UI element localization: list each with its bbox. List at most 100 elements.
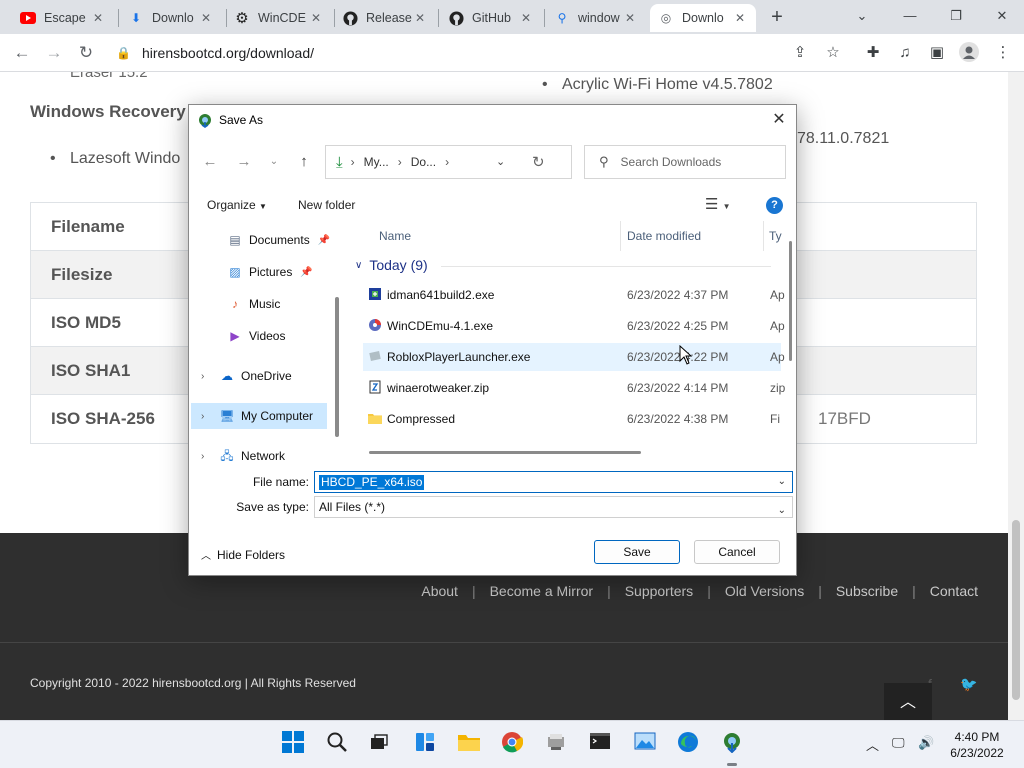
chrome-icon[interactable]	[498, 731, 526, 759]
footer-link-mirror[interactable]: Become a Mirror	[490, 583, 593, 599]
search-downloads-input[interactable]: ⚲ Search Downloads	[584, 145, 786, 179]
download-manager-icon[interactable]	[718, 731, 746, 766]
tab-escape[interactable]: Escape ✕	[12, 4, 114, 32]
dialog-title-bar[interactable]: Save As	[189, 105, 796, 135]
recent-locations-chevron-icon[interactable]: ⌄	[263, 151, 285, 173]
view-options-icon[interactable]: ☰ ▼	[705, 195, 731, 213]
save-as-type-select[interactable]: All Files (*.*) ⌄	[314, 496, 793, 518]
file-row[interactable]: Compressed 6/23/2022 4:38 PM Fi	[363, 405, 781, 433]
organize-button[interactable]: Organize ▼	[207, 198, 267, 212]
breadcrumb-my-computer[interactable]: My...	[364, 155, 389, 169]
nav-item-documents[interactable]: ▤ Documents 📌	[227, 227, 330, 253]
file-explorer-icon[interactable]	[455, 731, 483, 759]
file-row[interactable]: WinCDEmu-4.1.exe 6/23/2022 4:25 PM Ap	[363, 312, 785, 340]
nav-scrollbar[interactable]	[335, 297, 339, 437]
file-list-scrollbar[interactable]	[789, 241, 792, 361]
group-header-today[interactable]: ∨ Today (9)	[355, 257, 428, 273]
breadcrumb-downloads[interactable]: Do...	[411, 155, 436, 169]
expand-arrow-icon[interactable]: ›	[201, 451, 204, 462]
help-icon[interactable]: ?	[766, 197, 783, 214]
minimize-button[interactable]: —	[896, 6, 924, 26]
hide-folders-button[interactable]: ︿ Hide Folders	[201, 547, 285, 562]
close-icon[interactable]: ✕	[732, 11, 748, 25]
system-clock[interactable]: 4:40 PM 6/23/2022	[946, 729, 1008, 761]
footer-link-supporters[interactable]: Supporters	[625, 583, 693, 599]
maximize-button[interactable]: ❐	[942, 6, 970, 26]
forward-button[interactable]: →	[42, 41, 66, 65]
menu-kebab-icon[interactable]: ⋮	[992, 42, 1014, 64]
back-arrow-icon[interactable]: ←	[199, 151, 221, 173]
tab-github[interactable]: GitHub ✕	[440, 4, 542, 32]
twitter-icon[interactable]: 🐦	[960, 676, 977, 693]
profile-avatar-icon[interactable]	[958, 42, 980, 64]
close-icon[interactable]: ✕	[308, 11, 324, 25]
address-bar[interactable]: 🔒 hirensbootcd.org/download/	[106, 38, 860, 68]
share-icon[interactable]: ⇪	[789, 42, 811, 64]
widgets-icon[interactable]	[411, 731, 439, 759]
nav-item-pictures[interactable]: ▨ Pictures 📌	[227, 259, 312, 285]
terminal-icon[interactable]	[586, 731, 614, 759]
nav-item-onedrive[interactable]: › ☁ OneDrive	[201, 363, 292, 389]
chevron-down-icon[interactable]: ⌄	[496, 155, 505, 168]
column-header-date[interactable]: Date modified	[627, 229, 701, 243]
close-window-button[interactable]: ✕	[988, 6, 1016, 26]
new-tab-button[interactable]: +	[766, 6, 788, 28]
file-row[interactable]: idman641build2.exe 6/23/2022 4:37 PM Ap	[363, 281, 785, 309]
close-icon[interactable]: ✕	[412, 11, 428, 25]
address-breadcrumb[interactable]: ⤓ › My... › Do... › ⌄ ↻	[325, 145, 572, 179]
tab-wincde[interactable]: ⚙ WinCDE ✕	[226, 4, 332, 32]
footer-link-about[interactable]: About	[421, 583, 458, 599]
tab-release[interactable]: Release ✕	[334, 4, 436, 32]
side-panel-icon[interactable]: ▣	[926, 42, 948, 64]
tab-windows-search[interactable]: ⚲ window ✕	[546, 4, 646, 32]
save-button[interactable]: Save	[594, 540, 680, 564]
start-button[interactable]	[279, 731, 307, 759]
wincdemu-app-icon[interactable]	[542, 731, 570, 759]
file-list-horizontal-scrollbar[interactable]	[369, 451, 641, 454]
chevron-down-icon[interactable]: ⌄	[778, 476, 786, 487]
footer-link-contact[interactable]: Contact	[930, 583, 978, 599]
close-icon[interactable]: ✕	[518, 11, 534, 25]
tab-active-download[interactable]: ◎ Downlo ✕	[650, 4, 756, 32]
task-view-icon[interactable]	[365, 731, 393, 759]
nav-item-videos[interactable]: ▶ Videos	[227, 323, 285, 349]
footer-link-subscribe[interactable]: Subscribe	[836, 583, 898, 599]
reload-button[interactable]: ↻	[74, 41, 98, 65]
footer-link-old-versions[interactable]: Old Versions	[725, 583, 804, 599]
tab-download[interactable]: ⬇ Downlo ✕	[120, 4, 222, 32]
cancel-button[interactable]: Cancel	[694, 540, 780, 564]
column-header-type[interactable]: Ty	[769, 229, 782, 243]
new-folder-button[interactable]: New folder	[298, 198, 355, 212]
expand-arrow-icon[interactable]: ›	[201, 371, 204, 382]
file-row[interactable]: RobloxPlayerLauncher.exe 6/23/2022 4:22 …	[363, 343, 785, 371]
chevron-up-icon[interactable]: ︿	[866, 735, 879, 754]
tab-search-chevron-icon[interactable]: ⌄	[848, 6, 876, 26]
nav-item-my-computer[interactable]: › 🖥 My Computer	[201, 403, 313, 429]
file-name-input[interactable]: HBCD_PE_x64.iso ⌄	[314, 471, 793, 493]
search-icon[interactable]	[323, 731, 351, 759]
file-row[interactable]: winaerotweaker.zip 6/23/2022 4:14 PM zip	[363, 374, 785, 402]
edge-icon[interactable]	[674, 731, 702, 759]
volume-icon[interactable]: 🔊	[918, 735, 934, 751]
refresh-icon[interactable]: ↻	[532, 153, 545, 171]
close-dialog-button[interactable]: ✕	[770, 111, 788, 129]
media-control-icon[interactable]: ♫	[894, 42, 916, 64]
image-viewer-icon[interactable]	[631, 731, 659, 759]
nav-item-network[interactable]: › 🖧 Network	[201, 443, 285, 461]
scroll-to-top-button[interactable]: ︿	[884, 683, 932, 720]
bookmark-star-icon[interactable]: ☆	[822, 42, 844, 64]
page-scrollbar[interactable]	[1008, 72, 1024, 720]
expand-arrow-icon[interactable]: ›	[201, 411, 204, 422]
scrollbar-thumb[interactable]	[1012, 520, 1020, 700]
nav-item-music[interactable]: ♪ Music	[227, 291, 280, 317]
close-icon[interactable]: ✕	[198, 11, 214, 25]
column-header-name[interactable]: Name	[379, 229, 411, 243]
chevron-down-icon[interactable]: ⌄	[778, 501, 786, 521]
close-icon[interactable]: ✕	[622, 11, 638, 25]
display-icon[interactable]: 🖵	[892, 735, 905, 751]
forward-arrow-icon[interactable]: →	[233, 151, 255, 173]
close-icon[interactable]: ✕	[90, 11, 106, 25]
extensions-icon[interactable]: ✚	[862, 42, 884, 64]
back-button[interactable]: ←	[10, 41, 34, 65]
up-arrow-icon[interactable]: ↑	[293, 151, 315, 173]
